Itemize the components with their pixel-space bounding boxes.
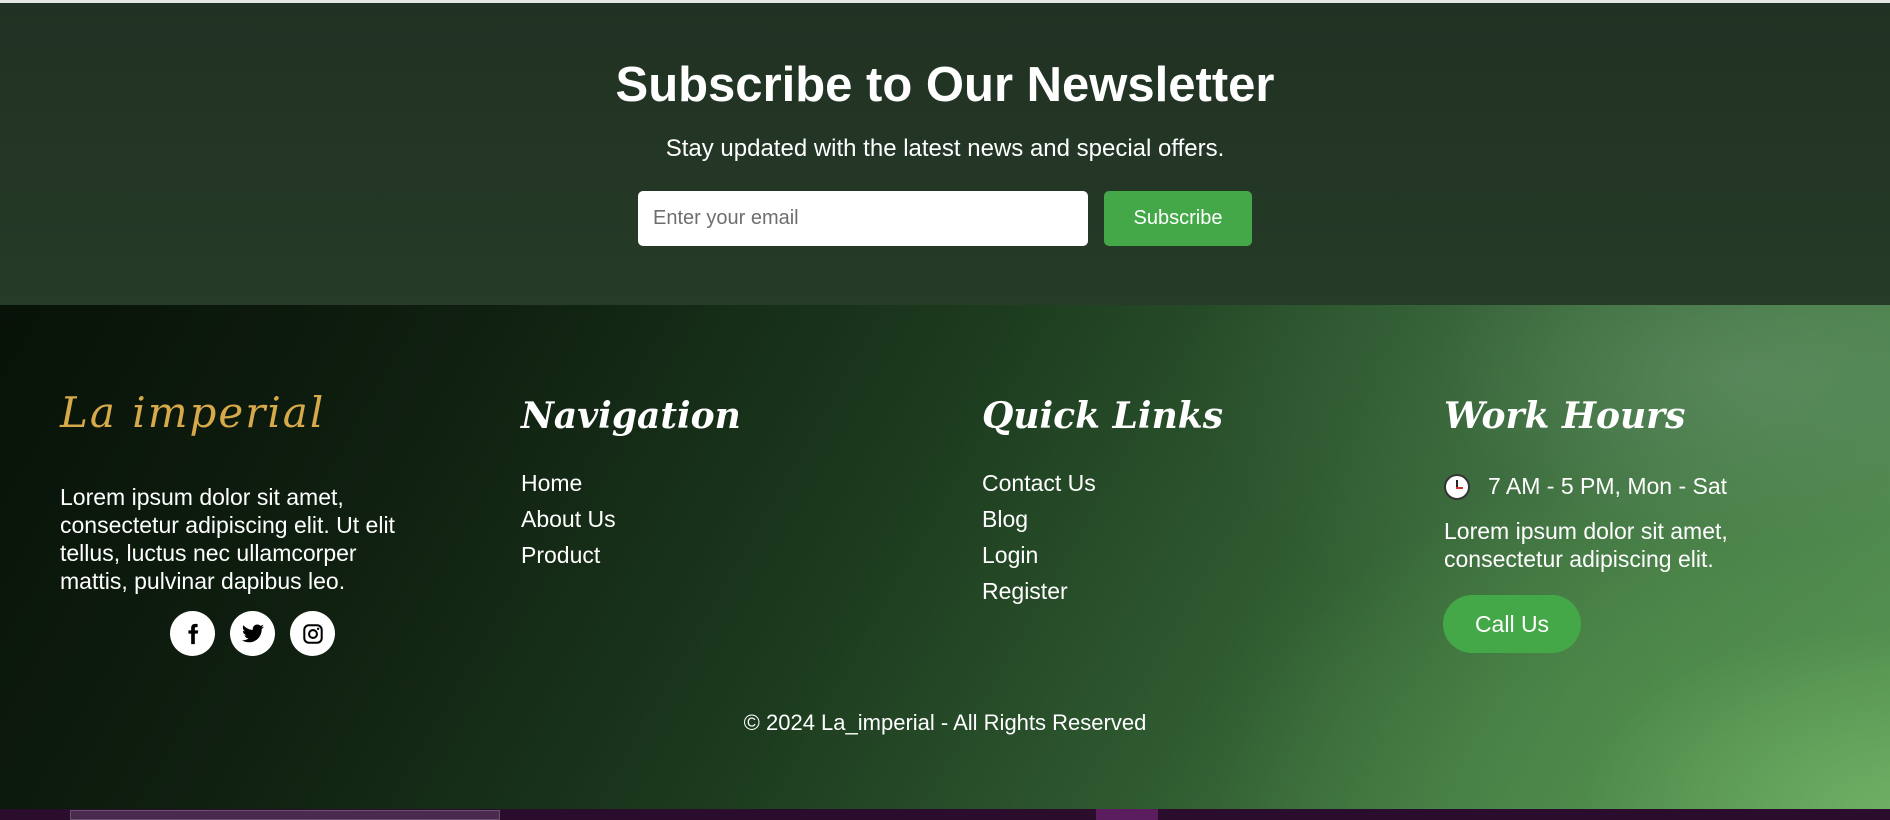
work-hours-text: Lorem ipsum dolor sit amet, consectetur … (1444, 518, 1728, 572)
newsletter-subtitle: Stay updated with the latest news and sp… (665, 135, 1225, 162)
taskbar-active-app[interactable] (1096, 809, 1158, 820)
call-us-button[interactable]: Call Us (1443, 595, 1581, 653)
nav-link-home[interactable]: Home (521, 465, 616, 501)
twitter-link[interactable] (230, 611, 275, 656)
instagram-link[interactable] (290, 611, 335, 656)
taskbar-window-preview[interactable] (70, 810, 500, 820)
quick-links-list: Contact Us Blog Login Register (982, 465, 1096, 609)
about-text: Lorem ipsum dolor sit amet, consectetur … (60, 484, 395, 594)
newsletter-title: Subscribe to Our Newsletter (615, 58, 1275, 112)
instagram-icon (302, 623, 323, 644)
work-hours-line: 7 AM - 5 PM, Mon - Sat (1444, 473, 1727, 500)
subscribe-button[interactable]: Subscribe (1104, 191, 1252, 246)
nav-link-product[interactable]: Product (521, 537, 616, 573)
facebook-icon (187, 623, 198, 644)
navigation-list: Home About Us Product (521, 465, 616, 573)
newsletter-form: Subscribe (638, 191, 1252, 246)
quick-link-blog[interactable]: Blog (982, 501, 1096, 537)
work-hours-title: Work Hours (1444, 395, 1686, 437)
clock-icon (1444, 473, 1470, 500)
navigation-title: Navigation (521, 395, 741, 437)
facebook-link[interactable] (170, 611, 215, 656)
quick-link-contact-us[interactable]: Contact Us (982, 465, 1096, 501)
brand-logo[interactable]: La imperial (60, 392, 325, 434)
nav-link-about-us[interactable]: About Us (521, 501, 616, 537)
site-footer: La imperial Lorem ipsum dolor sit amet, … (0, 305, 1890, 809)
quick-link-login[interactable]: Login (982, 537, 1096, 573)
twitter-icon (241, 624, 264, 642)
os-taskbar (0, 809, 1890, 820)
social-links (170, 611, 335, 656)
email-input[interactable] (638, 191, 1088, 246)
work-hours-value: 7 AM - 5 PM, Mon - Sat (1488, 473, 1728, 499)
copyright-text: © 2024 La_imperial - All Rights Reserved (743, 710, 1147, 735)
newsletter-section: Subscribe to Our Newsletter Stay updated… (0, 3, 1890, 305)
quick-link-register[interactable]: Register (982, 573, 1096, 609)
quick-links-title: Quick Links (982, 395, 1223, 437)
